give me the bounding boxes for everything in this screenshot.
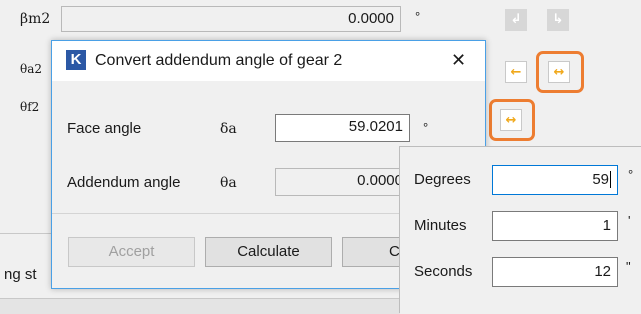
seconds-label: Seconds: [414, 263, 473, 280]
beta-m2-symbol: βm2: [20, 11, 50, 27]
degrees-field[interactable]: 59: [492, 165, 618, 195]
close-icon[interactable]: ✕: [451, 50, 466, 71]
dialog-titlebar[interactable]: K Convert addendum angle of gear 2 ✕: [52, 41, 485, 81]
theta-a2-symbol: θa2: [20, 62, 43, 76]
seconds-unit: ": [626, 259, 631, 274]
app-logo-icon: K: [66, 50, 86, 70]
degrees-label: Degrees: [414, 171, 471, 188]
theta-f2-symbol: θf2: [20, 100, 40, 114]
text-cursor: [610, 171, 611, 188]
addendum-angle-value: 0.0000: [357, 172, 403, 189]
arrow-both-icon: ↔: [553, 65, 565, 80]
degrees-unit: °: [628, 167, 634, 182]
addendum-angle-symbol: θa: [220, 175, 237, 191]
dms-popup: Degrees 59 ° Minutes 1 ' Seconds 12 ": [399, 146, 641, 313]
convert-left-button[interactable]: ←: [505, 61, 527, 83]
face-angle-field[interactable]: 59.0201: [275, 114, 410, 142]
degrees-value: 59: [592, 171, 609, 188]
face-angle-unit: °: [423, 120, 429, 135]
face-angle-label: Face angle: [67, 120, 142, 137]
beta-m2-field[interactable]: 0.0000: [61, 6, 401, 32]
minutes-unit: ': [628, 213, 631, 228]
face-angle-symbol: δa: [220, 121, 237, 137]
seconds-value: 12: [594, 263, 611, 280]
accept-button[interactable]: Accept: [68, 237, 195, 267]
dialog-title: Convert addendum angle of gear 2: [95, 52, 343, 69]
addendum-angle-label: Addendum angle: [67, 174, 181, 191]
dms-convert-button[interactable]: ↔: [500, 109, 522, 131]
convert-both-button[interactable]: ↔: [548, 61, 570, 83]
calculate-button[interactable]: Calculate: [205, 237, 332, 267]
beta-m2-unit: °: [415, 9, 421, 24]
arrow-left-icon: ↲: [510, 12, 522, 27]
background-tab-strip: [0, 298, 400, 314]
seconds-field[interactable]: 12: [492, 257, 618, 287]
convert-right-button-disabled: ↳: [547, 9, 569, 31]
arrow-right-icon: ↳: [552, 12, 564, 27]
addendum-angle-field: 0.0000: [275, 168, 410, 196]
background-partial-label: ng st: [4, 266, 37, 283]
face-angle-value: 59.0201: [348, 118, 403, 135]
beta-m2-text: βm2: [20, 11, 51, 27]
minutes-value: 1: [602, 217, 611, 234]
minutes-label: Minutes: [414, 217, 467, 234]
arrow-left-icon: ←: [510, 65, 522, 80]
beta-m2-value: 0.0000: [348, 10, 394, 27]
minutes-field[interactable]: 1: [492, 211, 618, 241]
convert-left-button-disabled: ↲: [505, 9, 527, 31]
arrow-both-icon: ↔: [505, 113, 517, 128]
